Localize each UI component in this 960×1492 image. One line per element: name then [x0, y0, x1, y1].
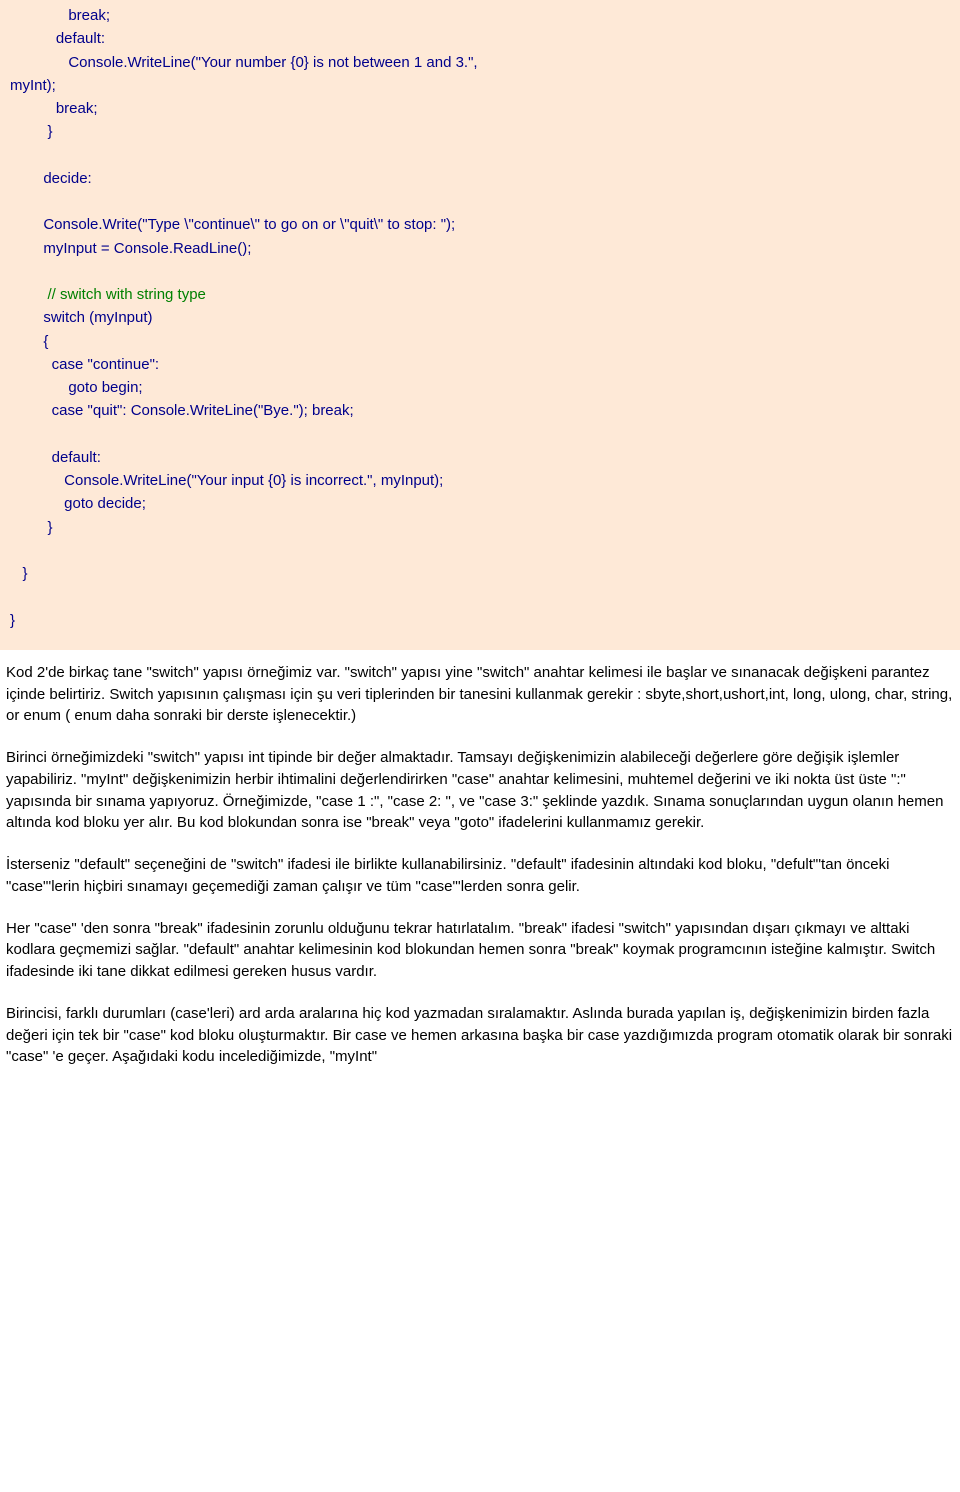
code-line: switch (myInput) — [10, 309, 153, 326]
code-line: { — [10, 333, 48, 350]
code-line — [10, 286, 48, 303]
code-line: } — [10, 519, 53, 536]
code-line: break; — [10, 7, 110, 24]
code-line: } — [10, 123, 53, 140]
prose-section: Kod 2'de birkaç tane "switch" yapısı örn… — [0, 650, 960, 1080]
code-line: case "quit": Console.WriteLine("Bye."); … — [10, 402, 354, 419]
code-line: } — [10, 565, 28, 582]
paragraph: Birinci örneğimizdeki "switch" yapısı in… — [6, 747, 954, 834]
paragraph: Her "case" 'den sonra "break" ifadesinin… — [6, 918, 954, 983]
paragraph: Kod 2'de birkaç tane "switch" yapısı örn… — [6, 662, 954, 727]
code-line: default: — [10, 449, 101, 466]
code-line: decide: — [10, 170, 92, 187]
code-line: Console.WriteLine("Your input {0} is inc… — [10, 472, 443, 489]
code-line: break; — [10, 100, 98, 117]
code-line: myInput = Console.ReadLine(); — [10, 240, 251, 257]
code-line: default: — [10, 30, 105, 47]
code-line: goto begin; — [10, 379, 143, 396]
paragraph: İsterseniz "default" seçeneğini de "swit… — [6, 854, 954, 898]
code-line: goto decide; — [10, 495, 146, 512]
code-line: myInt); — [10, 77, 56, 94]
code-line: Console.WriteLine("Your number {0} is no… — [10, 54, 478, 71]
code-line: Console.Write("Type \"continue\" to go o… — [10, 216, 455, 233]
code-block: break; default: Console.WriteLine("Your … — [0, 0, 960, 650]
code-line: case "continue": — [10, 356, 159, 373]
code-line: } — [10, 612, 15, 629]
paragraph: Birincisi, farklı durumları (case'leri) … — [6, 1003, 954, 1068]
code-comment: // switch with string type — [48, 286, 206, 303]
